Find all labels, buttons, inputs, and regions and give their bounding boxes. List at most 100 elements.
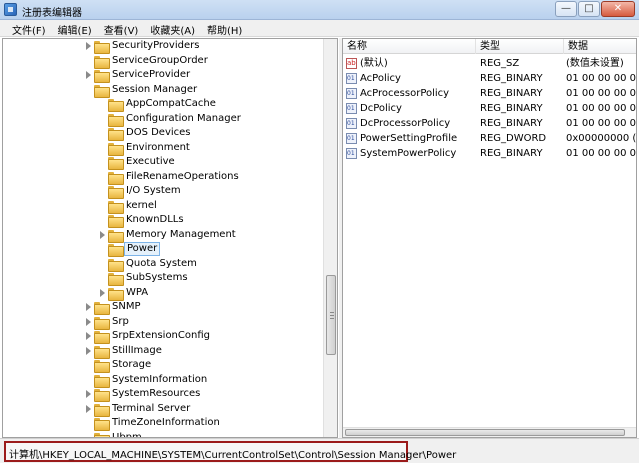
menu-view[interactable]: 查看(V) xyxy=(98,20,145,37)
tree-item[interactable]: kernel xyxy=(3,199,323,214)
expand-arrow-icon[interactable] xyxy=(85,317,93,326)
value-row[interactable]: SystemPowerPolicy REG_BINARY 01 00 00 00 0… xyxy=(343,146,636,161)
tree-item-label: TimeZoneInformation xyxy=(112,417,220,428)
tree-item[interactable]: Srp xyxy=(3,315,323,330)
value-row[interactable]: AcPolicy REG_BINARY 01 00 00 00 06 0 xyxy=(343,71,636,86)
value-name: DcProcessorPolicy xyxy=(360,118,451,129)
window-title: 注册表编辑器 xyxy=(22,8,82,19)
folder-icon xyxy=(94,360,110,373)
folder-icon xyxy=(108,244,124,257)
folder-icon xyxy=(108,171,124,185)
tree-item[interactable]: DOS Devices xyxy=(3,126,323,141)
folder-icon xyxy=(108,128,124,141)
registry-tree-pane[interactable]: SecurityProviders ServiceGroupOrder Servic… xyxy=(2,38,338,438)
minimize-button[interactable]: — xyxy=(555,1,577,17)
title-bar: 注册表编辑器 — □ ✕ xyxy=(0,0,639,20)
value-row[interactable]: AcProcessorPolicy REG_BINARY 01 00 00 00 0… xyxy=(343,86,636,101)
status-bar: 计算机\HKEY_LOCAL_MACHINE\SYSTEM\CurrentCon… xyxy=(0,438,639,463)
expand-arrow-icon[interactable] xyxy=(99,230,107,239)
tree-item-label: DOS Devices xyxy=(126,127,191,138)
folder-icon xyxy=(94,84,110,98)
tree-item[interactable]: WPA xyxy=(3,286,323,301)
folder-icon xyxy=(108,258,124,272)
binary-value-icon xyxy=(346,116,357,131)
tree-item-label: FileRenameOperations xyxy=(126,170,239,182)
menu-favorites[interactable]: 收藏夹(A) xyxy=(144,20,201,37)
folder-icon xyxy=(94,302,110,315)
tree-item[interactable]: SubSystems xyxy=(3,271,323,286)
list-horizontal-scrollbar[interactable] xyxy=(343,427,636,437)
tree-item[interactable]: AppCompatCache xyxy=(3,97,323,112)
tree-item[interactable]: I/O System xyxy=(3,184,323,199)
tree-item[interactable]: SystemInformation xyxy=(3,373,323,388)
binary-value-icon xyxy=(346,131,357,146)
column-header-name[interactable]: 名称 xyxy=(343,39,476,54)
tree-item-label: kernel xyxy=(126,199,157,211)
tree-item-label: I/O System xyxy=(126,185,181,196)
folder-icon xyxy=(108,99,124,112)
tree-item[interactable]: Quota System xyxy=(3,257,323,272)
tree-item-label: Environment xyxy=(126,141,190,153)
menu-file[interactable]: 文件(F) xyxy=(6,20,52,37)
menu-help[interactable]: 帮助(H) xyxy=(201,20,248,37)
tree-item-label: SecurityProviders xyxy=(112,40,200,51)
value-type: REG_BINARY xyxy=(480,118,543,129)
status-path-box: 计算机\HKEY_LOCAL_MACHINE\SYSTEM\CurrentCon… xyxy=(4,441,456,462)
folder-icon xyxy=(94,389,110,402)
expand-arrow-icon[interactable] xyxy=(85,42,93,50)
tree-item[interactable]: FileRenameOperations xyxy=(3,170,323,185)
tree-item[interactable]: Executive xyxy=(3,155,323,170)
expand-arrow-icon[interactable] xyxy=(85,303,93,311)
tree-item[interactable]: Power xyxy=(3,242,323,257)
value-row[interactable]: DcPolicy REG_BINARY 01 00 00 00 06 0 xyxy=(343,101,636,116)
value-name: (默认) xyxy=(360,58,388,69)
tree-item[interactable]: Configuration Manager xyxy=(3,112,323,127)
tree-item[interactable]: SrpExtensionConfig xyxy=(3,329,323,344)
tree-item[interactable]: SystemResources xyxy=(3,387,323,402)
tree-item[interactable]: StillImage xyxy=(3,344,323,359)
value-type: REG_BINARY xyxy=(480,88,543,99)
tree-item[interactable]: KnownDLLs xyxy=(3,213,323,228)
folder-icon xyxy=(94,41,110,54)
tree-item-label: SystemInformation xyxy=(112,373,208,385)
values-list-pane[interactable]: 名称 类型 数据 (默认) REG_SZ (数值未设置) AcPolicy REG_BI… xyxy=(342,38,637,438)
tree-item[interactable]: ServiceGroupOrder xyxy=(3,54,323,69)
tree-item[interactable]: Ubpm xyxy=(3,431,323,437)
folder-icon xyxy=(94,331,110,344)
value-row[interactable]: (默认) REG_SZ (数值未设置) xyxy=(343,56,636,71)
expand-arrow-icon[interactable] xyxy=(85,332,93,340)
tree-vertical-scrollbar[interactable] xyxy=(323,39,337,437)
value-row[interactable]: PowerSettingProfile REG_DWORD 0x00000000 (… xyxy=(343,131,636,146)
tree-item-label: Power xyxy=(124,242,161,256)
tree-item[interactable]: Session Manager xyxy=(3,83,323,98)
tree-item[interactable]: Memory Management xyxy=(3,228,323,243)
expand-arrow-icon[interactable] xyxy=(85,390,93,398)
tree-item[interactable]: SecurityProviders xyxy=(3,39,323,54)
folder-icon xyxy=(108,215,124,228)
list-scroll-thumb[interactable] xyxy=(345,429,625,436)
tree-scroll-thumb[interactable] xyxy=(326,275,336,355)
expand-arrow-icon[interactable] xyxy=(85,346,93,355)
folder-icon xyxy=(94,70,110,83)
value-row[interactable]: DcProcessorPolicy REG_BINARY 01 00 00 00 0… xyxy=(343,116,636,131)
tree-item-label: Configuration Manager xyxy=(126,112,241,124)
column-header-type[interactable]: 类型 xyxy=(476,39,564,54)
tree-item[interactable]: ServiceProvider xyxy=(3,68,323,83)
menu-edit[interactable]: 编辑(E) xyxy=(52,20,98,37)
tree-item[interactable]: Terminal Server xyxy=(3,402,323,417)
list-header: 名称 类型 数据 xyxy=(343,39,636,54)
tree-item[interactable]: Environment xyxy=(3,141,323,156)
expand-arrow-icon[interactable] xyxy=(85,404,93,413)
tree-item-label: Session Manager xyxy=(112,83,198,95)
tree-item-label: AppCompatCache xyxy=(126,98,216,109)
maximize-button[interactable]: □ xyxy=(578,1,600,17)
expand-arrow-icon[interactable] xyxy=(85,71,93,79)
tree-item[interactable]: SNMP xyxy=(3,300,323,315)
column-header-data[interactable]: 数据 xyxy=(564,39,636,54)
value-name: DcPolicy xyxy=(360,103,402,114)
tree-item[interactable]: Storage xyxy=(3,358,323,373)
close-button[interactable]: ✕ xyxy=(601,1,635,17)
tree-item[interactable]: TimeZoneInformation xyxy=(3,416,323,431)
expand-arrow-icon[interactable] xyxy=(99,288,107,297)
binary-value-icon xyxy=(346,101,357,116)
